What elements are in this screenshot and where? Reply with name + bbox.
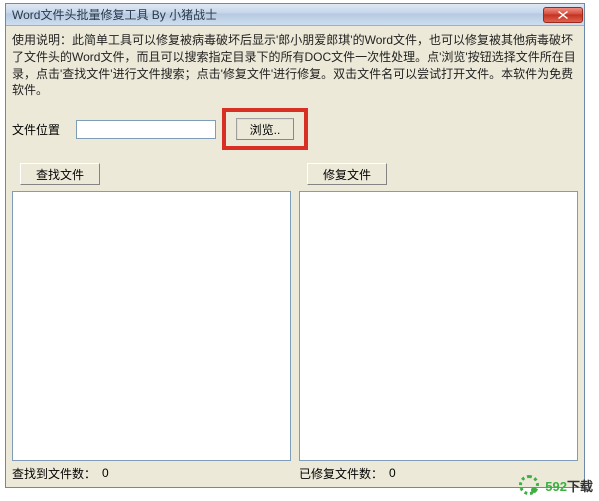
left-panel: 查找文件 查找到文件数： 0 [12, 163, 291, 481]
found-status-label: 查找到文件数： [12, 465, 96, 482]
client-area: 使用说明：此简单工具可以修复被病毒破坏后显示'郎小朋爱郎琪'的Word文件，也可… [6, 26, 584, 487]
file-location-row: 文件位置 浏览.. [12, 109, 578, 149]
found-files-listbox[interactable] [12, 191, 291, 461]
found-count: 0 [102, 466, 109, 480]
watermark-text-black: 下载 [567, 479, 593, 494]
close-button[interactable] [543, 7, 583, 23]
close-icon [558, 11, 568, 19]
repaired-files-listbox[interactable] [299, 191, 578, 461]
app-window: Word文件头批量修复工具 By 小猪战士 使用说明：此简单工具可以修复被病毒破… [5, 3, 585, 488]
repaired-count: 0 [389, 466, 396, 480]
file-location-input[interactable] [76, 120, 216, 139]
repair-files-button[interactable]: 修复文件 [307, 163, 387, 185]
watermark-logo-icon [519, 475, 539, 495]
search-files-button[interactable]: 查找文件 [20, 163, 100, 185]
titlebar: Word文件头批量修复工具 By 小猪战士 [6, 4, 584, 26]
window-title: Word文件头批量修复工具 By 小猪战士 [12, 6, 217, 23]
right-panel: 修复文件 已修复文件数： 0 [299, 163, 578, 481]
repaired-status-label: 已修复文件数： [299, 465, 383, 482]
browse-highlight-box: 浏览.. [222, 108, 308, 150]
panels-row: 查找文件 查找到文件数： 0 修复文件 已修复文件数： 0 [12, 163, 578, 481]
watermark-text: 592下载 [545, 476, 593, 495]
file-location-label: 文件位置 [12, 121, 70, 138]
watermark-text-green: 592 [545, 479, 567, 494]
browse-button[interactable]: 浏览.. [236, 118, 294, 140]
found-files-status: 查找到文件数： 0 [12, 461, 291, 481]
site-watermark: 592下载 [519, 475, 593, 495]
instructions-text: 使用说明：此简单工具可以修复被病毒破坏后显示'郎小朋爱郎琪'的Word文件，也可… [12, 32, 578, 99]
